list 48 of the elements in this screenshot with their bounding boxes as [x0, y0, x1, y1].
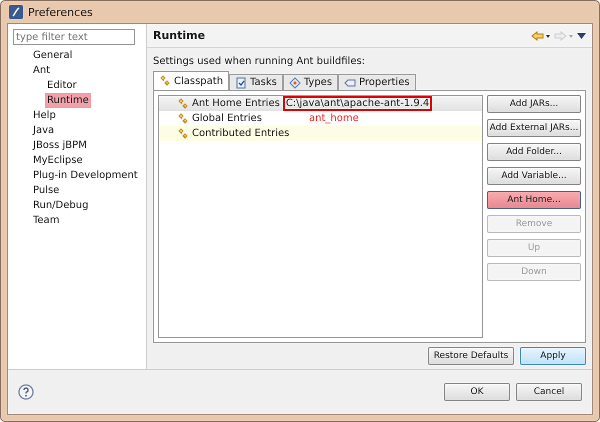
chain-icon — [177, 112, 189, 124]
checklist-icon — [235, 76, 248, 88]
tab[interactable]: Properties — [338, 74, 416, 90]
description-text: Settings used when running Ant buildfiles: — [153, 56, 366, 67]
entry-label: Global Entries — [192, 113, 262, 124]
apply-button[interactable]: Apply — [520, 347, 586, 365]
tab[interactable]: Types — [282, 74, 338, 90]
entry-label: Contributed Entries — [192, 128, 290, 139]
tree-item[interactable]: Plug-in Development — [31, 168, 140, 183]
classpath-entry[interactable]: Ant Home Entries C:\java\ant\apache-ant-1.9.4 — [159, 96, 482, 111]
forward-arrow-icon — [554, 30, 574, 40]
tree-item[interactable]: Help — [31, 108, 58, 123]
entry-label: Ant Home Entries — [192, 98, 280, 109]
window-title: Preferences — [28, 6, 93, 18]
tree-item[interactable]: JBoss jBPM — [31, 138, 89, 153]
dialog-button[interactable]: OK — [444, 383, 510, 401]
tree-item[interactable]: Runtime — [45, 93, 91, 108]
tree-item[interactable]: Editor — [45, 78, 79, 93]
tab[interactable]: Classpath — [153, 71, 230, 90]
side-button[interactable]: Add JARs... — [487, 95, 581, 113]
restore-button[interactable]: Restore Defaults — [428, 347, 514, 365]
diamond-icon — [288, 76, 301, 88]
tab[interactable]: Tasks — [229, 74, 283, 90]
side-button[interactable]: Ant Home... — [487, 191, 581, 209]
tree-item[interactable]: Java — [31, 123, 56, 138]
help-icon[interactable] — [18, 384, 34, 400]
tree-item[interactable]: MyEclipse — [31, 153, 85, 168]
chain-icon — [177, 128, 189, 140]
tree-item[interactable]: Ant — [31, 63, 52, 78]
side-button[interactable]: Add Folder... — [487, 143, 581, 161]
chain-icon — [159, 75, 171, 87]
tree-item[interactable]: Team — [31, 213, 62, 228]
menu-icon[interactable] — [577, 32, 586, 38]
tree-item[interactable]: Run/Debug — [31, 198, 90, 213]
filter-field[interactable]: type filter text — [13, 29, 135, 45]
classpath-entry[interactable]: Contributed Entries — [159, 126, 482, 141]
tree-item[interactable]: General — [31, 48, 74, 63]
dialog-button[interactable]: Cancel — [516, 383, 582, 401]
tree-item[interactable]: Pulse — [31, 183, 62, 198]
back-arrow-icon[interactable] — [531, 30, 551, 40]
annotation-text: ant_home — [309, 113, 359, 124]
side-button[interactable]: Add Variable... — [487, 167, 581, 185]
page-title: Runtime — [153, 29, 206, 42]
classpath-entry[interactable]: Global Entries ant_home — [159, 111, 482, 126]
app-icon — [9, 5, 23, 19]
side-button[interactable]: Add External JARs... — [487, 119, 581, 137]
entry-path: C:\java\ant\apache-ant-1.9.4 — [282, 96, 432, 111]
chain-icon — [177, 98, 189, 110]
